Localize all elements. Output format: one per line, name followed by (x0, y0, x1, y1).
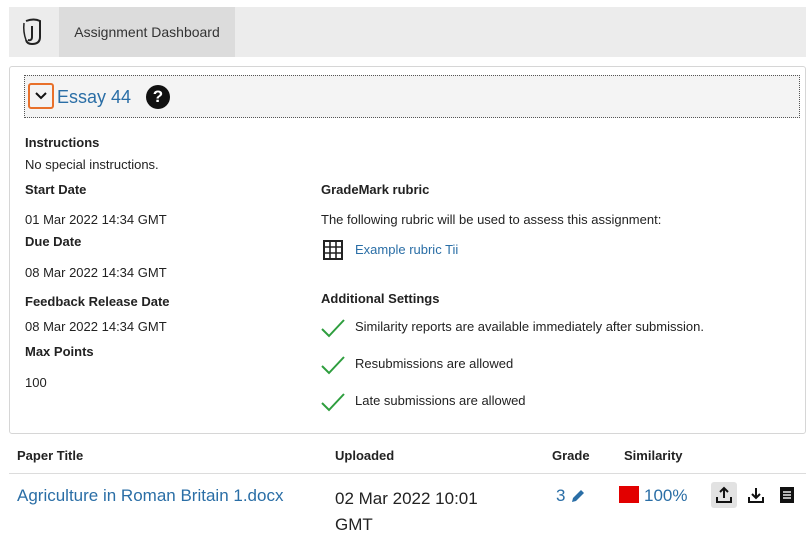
assignment-title[interactable]: Essay 44 (57, 87, 131, 108)
similarity-score-link[interactable]: 100% (644, 486, 687, 506)
upload-icon[interactable] (711, 482, 737, 508)
setting-similarity: Similarity reports are available immedia… (355, 319, 704, 334)
grade-link[interactable]: 3 (556, 486, 586, 506)
paper-title-link[interactable]: Agriculture in Roman Britain 1.docx (17, 486, 283, 506)
checkmark-icon (321, 319, 345, 338)
due-date-value: 08 Mar 2022 14:34 GMT (25, 265, 167, 280)
rubric-description: The following rubric will be used to ass… (321, 212, 662, 227)
due-date-label: Due Date (25, 234, 82, 249)
feedback-release-value: 08 Mar 2022 14:34 GMT (25, 319, 167, 334)
similarity-color-indicator (619, 486, 639, 503)
top-bar: Assignment Dashboard (9, 7, 806, 57)
table-divider (9, 473, 806, 474)
checkmark-icon (321, 393, 345, 412)
instructions-text: No special instructions. (25, 157, 159, 172)
rubric-link[interactable]: Example rubric Tii (355, 242, 458, 257)
feedback-release-label: Feedback Release Date (25, 294, 170, 309)
pencil-icon (572, 490, 585, 502)
column-header-uploaded[interactable]: Uploaded (335, 448, 394, 463)
column-header-paper-title[interactable]: Paper Title (17, 448, 83, 463)
document-list-icon[interactable] (774, 482, 800, 508)
assignment-panel: Essay 44 ? Instructions No special instr… (9, 66, 806, 434)
tab-assignment-dashboard[interactable]: Assignment Dashboard (59, 7, 235, 57)
assignment-header[interactable]: Essay 44 ? (24, 75, 800, 118)
checkmark-icon (321, 356, 345, 375)
collapse-toggle-button[interactable] (28, 83, 54, 109)
uploaded-date: 02 Mar 2022 10:01 GMT (335, 489, 478, 534)
column-header-similarity[interactable]: Similarity (624, 448, 683, 463)
additional-settings-label: Additional Settings (321, 291, 440, 306)
question-circle-icon[interactable]: ? (146, 85, 170, 109)
download-icon[interactable] (743, 482, 769, 508)
setting-resubmissions: Resubmissions are allowed (355, 356, 514, 371)
setting-late-submissions: Late submissions are allowed (355, 393, 526, 408)
grade-value: 3 (556, 486, 566, 505)
grademark-rubric-label: GradeMark rubric (321, 182, 430, 197)
max-points-value: 100 (25, 375, 47, 390)
column-header-grade[interactable]: Grade (552, 448, 590, 463)
instructions-label: Instructions (25, 135, 100, 150)
chevron-down-icon (35, 92, 47, 100)
start-date-label: Start Date (25, 182, 87, 197)
start-date-value: 01 Mar 2022 14:34 GMT (25, 212, 167, 227)
turnitin-logo-icon[interactable] (9, 7, 59, 57)
max-points-label: Max Points (25, 344, 94, 359)
grid-table-icon (323, 240, 343, 260)
